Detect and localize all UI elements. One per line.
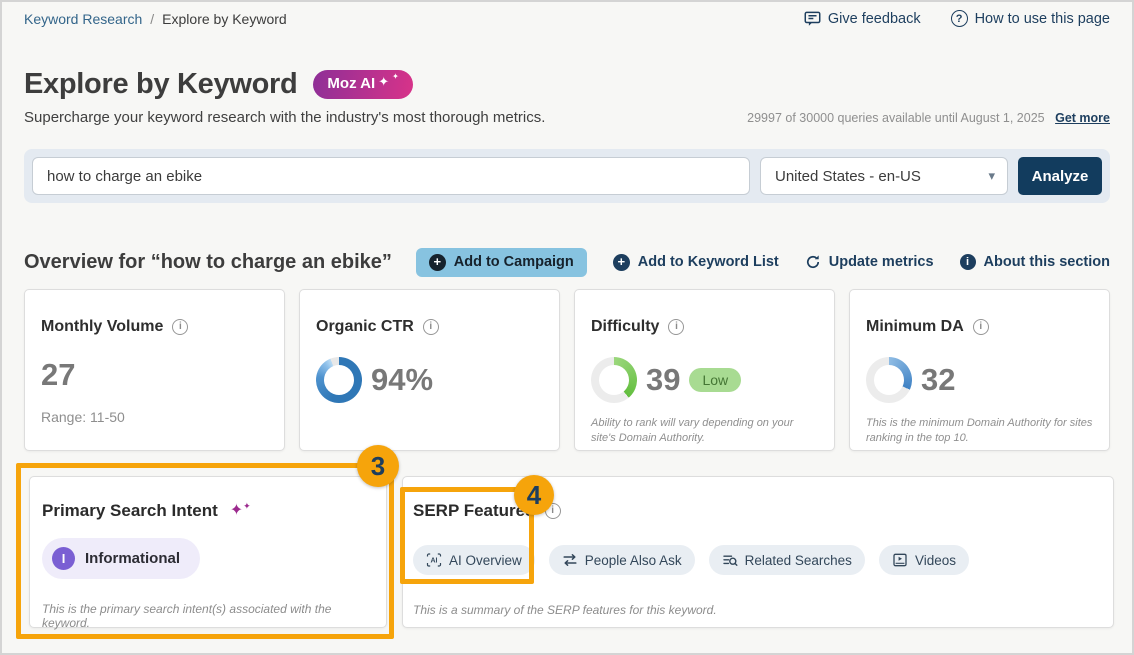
moz-ai-badge: Moz AI ✦ ✦ — [313, 70, 412, 99]
search-band: United States - en-US ▾ Analyze — [24, 149, 1110, 203]
metric-cards-row: Monthly Volume i 27 Range: 11-50 Organic… — [24, 289, 1110, 451]
serp-features-card: SERP Features i AI AI Overview People Al… — [402, 476, 1114, 628]
primary-search-intent-title: Primary Search Intent — [42, 501, 218, 521]
add-to-keyword-list-label: Add to Keyword List — [638, 254, 779, 270]
locale-dropdown[interactable]: United States - en-US ▾ — [760, 157, 1008, 195]
ai-sparkles-icon: ✦ ✦ — [230, 503, 251, 519]
sparkle-icon: ✦ — [392, 73, 399, 81]
keyword-research-page: Keyword Research / Explore by Keyword Gi… — [0, 0, 1134, 655]
primary-search-intent-card: Primary Search Intent ✦ ✦ I Informationa… — [29, 476, 387, 628]
chevron-down-icon: ▾ — [988, 168, 995, 184]
keyword-search-input[interactable] — [32, 157, 750, 195]
about-this-section-button[interactable]: i About this section — [960, 254, 1110, 270]
page-subtitle: Supercharge your keyword research with t… — [24, 109, 545, 126]
add-to-keyword-list-button[interactable]: + Add to Keyword List — [613, 254, 779, 271]
how-to-use-link[interactable]: ? How to use this page — [951, 10, 1110, 27]
get-more-link[interactable]: Get more — [1055, 111, 1110, 125]
intent-pill-label: Informational — [85, 550, 180, 567]
monthly-volume-value: 27 — [41, 357, 75, 393]
add-to-campaign-label: Add to Campaign — [454, 254, 574, 270]
serp-pill-people-also-ask: People Also Ask — [549, 545, 695, 575]
organic-ctr-value: 94% — [371, 362, 433, 398]
minimum-da-note: This is the minimum Domain Authority for… — [866, 416, 1093, 446]
informational-icon: I — [52, 547, 75, 570]
organic-ctr-title: Organic CTR — [316, 318, 414, 336]
info-circle-icon: i — [960, 254, 976, 270]
related-searches-icon — [722, 552, 738, 568]
overview-heading: Overview for “how to charge an ebike” — [24, 251, 392, 274]
annotation-badge-4: 4 — [514, 475, 554, 515]
monthly-volume-range: Range: 11-50 — [41, 409, 268, 425]
info-icon[interactable]: i — [172, 319, 188, 335]
organic-ctr-donut-chart — [316, 357, 362, 403]
serp-pill-label: Videos — [915, 553, 956, 568]
give-feedback-label: Give feedback — [828, 11, 921, 27]
bottom-section: Primary Search Intent ✦ ✦ I Informationa… — [2, 463, 1132, 653]
query-quota: 29997 of 30000 queries available until A… — [747, 111, 1110, 126]
difficulty-card: Difficulty i 39 Low Ability to rank will… — [574, 289, 835, 451]
organic-ctr-card: Organic CTR i 94% — [299, 289, 560, 451]
breadcrumb-separator: / — [150, 11, 154, 27]
plus-circle-icon: + — [613, 254, 630, 271]
title-block: Explore by Keyword Moz AI ✦ ✦ Supercharg… — [24, 64, 545, 126]
serp-feature-pills: AI AI Overview People Also Ask Related S… — [413, 545, 1097, 575]
intent-pill-informational: I Informational — [42, 538, 200, 579]
top-links: Give feedback ? How to use this page — [804, 10, 1110, 27]
minimum-da-card: Minimum DA i 32 This is the minimum Doma… — [849, 289, 1110, 451]
how-to-use-label: How to use this page — [975, 11, 1110, 27]
minimum-da-title: Minimum DA — [866, 318, 964, 336]
serp-pill-label: People Also Ask — [585, 553, 682, 568]
serp-pill-related-searches: Related Searches — [709, 545, 865, 575]
moz-ai-badge-label: Moz AI — [327, 75, 375, 93]
difficulty-level-badge: Low — [689, 368, 741, 392]
serp-pill-ai-overview: AI AI Overview — [413, 545, 535, 575]
overview-actions: + Add to Campaign + Add to Keyword List … — [416, 248, 1110, 277]
header-section: Explore by Keyword Moz AI ✦ ✦ Supercharg… — [24, 64, 1110, 126]
page-title: Explore by Keyword — [24, 68, 297, 101]
feedback-icon — [804, 10, 821, 27]
info-icon[interactable]: i — [973, 319, 989, 335]
minimum-da-value: 32 — [921, 362, 955, 398]
difficulty-donut-chart — [591, 357, 637, 403]
serp-note: This is a summary of the SERP features f… — [413, 603, 1097, 617]
add-to-campaign-button[interactable]: + Add to Campaign — [416, 248, 587, 277]
serp-pill-label: Related Searches — [745, 553, 852, 568]
about-this-section-label: About this section — [984, 254, 1110, 270]
monthly-volume-card: Monthly Volume i 27 Range: 11-50 — [24, 289, 285, 451]
update-metrics-label: Update metrics — [829, 254, 934, 270]
breadcrumb-current: Explore by Keyword — [162, 11, 287, 27]
svg-text:AI: AI — [431, 558, 438, 565]
monthly-volume-title: Monthly Volume — [41, 318, 163, 336]
difficulty-value: 39 — [646, 362, 680, 398]
analyze-button[interactable]: Analyze — [1018, 157, 1102, 195]
breadcrumb: Keyword Research / Explore by Keyword — [24, 11, 287, 27]
annotation-badge-3: 3 — [357, 445, 399, 487]
give-feedback-link[interactable]: Give feedback — [804, 10, 921, 27]
top-bar: Keyword Research / Explore by Keyword Gi… — [24, 9, 1110, 28]
serp-pill-videos: Videos — [879, 545, 969, 575]
quota-text: 29997 of 30000 queries available until A… — [747, 111, 1044, 125]
serp-pill-label: AI Overview — [449, 553, 522, 568]
difficulty-title: Difficulty — [591, 318, 659, 336]
plus-circle-icon: + — [429, 254, 446, 271]
difficulty-note: Ability to rank will vary depending on y… — [591, 416, 818, 446]
info-icon[interactable]: i — [423, 319, 439, 335]
question-icon: ? — [951, 10, 968, 27]
breadcrumb-link-keyword-research[interactable]: Keyword Research — [24, 11, 142, 27]
videos-icon — [892, 552, 908, 568]
minimum-da-donut-chart — [866, 357, 912, 403]
info-icon[interactable]: i — [668, 319, 684, 335]
sparkle-icon: ✦ — [378, 75, 389, 88]
overview-header: Overview for “how to charge an ebike” + … — [24, 247, 1110, 278]
ai-overview-icon: AI — [426, 552, 442, 568]
refresh-icon — [805, 254, 821, 270]
update-metrics-button[interactable]: Update metrics — [805, 254, 934, 270]
locale-selected-value: United States - en-US — [775, 168, 921, 185]
intent-note: This is the primary search intent(s) ass… — [42, 602, 370, 630]
people-also-ask-icon — [562, 552, 578, 568]
